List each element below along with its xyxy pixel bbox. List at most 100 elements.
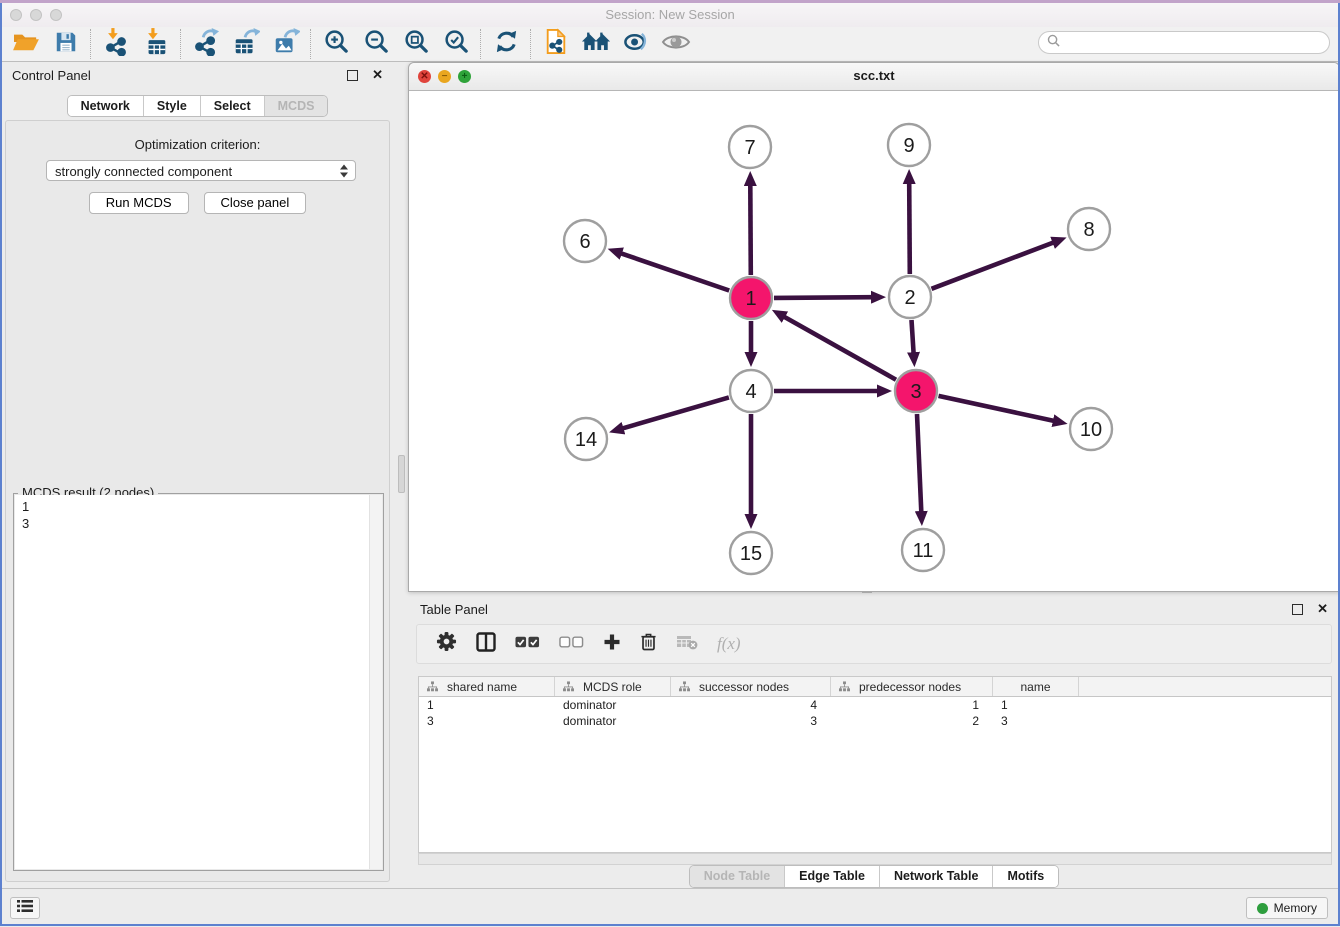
import-table-button[interactable]	[136, 28, 176, 60]
table-cell[interactable]: 4	[671, 698, 831, 712]
apply-function-button[interactable]: f(x)	[717, 634, 741, 654]
graph-node-8[interactable]: 8	[1068, 208, 1110, 250]
tab-network[interactable]: Network	[68, 96, 144, 116]
tab-node-table[interactable]: Node Table	[690, 866, 785, 887]
column-header-successor-nodes[interactable]: successor nodes	[671, 677, 831, 696]
graph-node-6[interactable]: 6	[564, 220, 606, 262]
delete-column-button[interactable]	[640, 632, 657, 656]
graph-edge-1-7[interactable]	[750, 185, 751, 275]
add-column-button[interactable]	[603, 633, 621, 656]
graph-node-label: 10	[1080, 419, 1102, 441]
graph-node-label: 2	[904, 287, 915, 309]
close-panel-button[interactable]: Close panel	[204, 192, 307, 214]
select-all-button[interactable]	[515, 635, 540, 654]
column-header-MCDS-role[interactable]: MCDS role	[555, 677, 671, 696]
main-toolbar	[0, 27, 1340, 62]
task-history-button[interactable]	[10, 897, 40, 919]
tab-motifs[interactable]: Motifs	[993, 866, 1058, 887]
graph-node-9[interactable]: 9	[888, 124, 930, 166]
refresh-button[interactable]	[486, 28, 526, 60]
graph-edge-2-9[interactable]	[909, 183, 910, 274]
network-window-titlebar[interactable]: ✕ − + scc.txt	[409, 63, 1339, 91]
graph-edge-4-14[interactable]	[623, 397, 729, 428]
graph-node-14[interactable]: 14	[565, 418, 607, 460]
tab-edge-table[interactable]: Edge Table	[785, 866, 880, 887]
export-network-button[interactable]	[186, 28, 226, 60]
criterion-value: strongly connected component	[55, 164, 232, 179]
table-cell[interactable]: 3	[671, 714, 831, 728]
tree-column-icon	[839, 681, 850, 692]
graph-node-2[interactable]: 2	[889, 276, 931, 318]
graph-node-10[interactable]: 10	[1070, 408, 1112, 450]
zoom-in-button[interactable]	[316, 28, 356, 60]
zoom-selected-button[interactable]	[436, 28, 476, 60]
import-table-icon	[143, 28, 169, 61]
main-titlebar: Session: New Session	[0, 3, 1340, 28]
deselect-all-button[interactable]	[559, 635, 584, 654]
column-header-label: MCDS role	[583, 680, 642, 694]
network-canvas[interactable]: 7 9 6 8 1 2 4 3 14 10 15 11	[409, 91, 1339, 592]
memory-button[interactable]: Memory	[1246, 897, 1328, 919]
graph-node-4[interactable]: 4	[730, 370, 772, 412]
split-columns-button[interactable]	[476, 632, 496, 657]
table-cell[interactable]: dominator	[555, 698, 671, 712]
graph-node-1[interactable]: 1	[730, 277, 772, 319]
table-cell[interactable]: 2	[831, 714, 993, 728]
open-session-button[interactable]	[6, 28, 46, 60]
graph-node-label: 11	[913, 540, 934, 562]
table-cell[interactable]: 1	[993, 698, 1079, 712]
clone-network-button[interactable]	[536, 28, 576, 60]
tree-column-icon	[679, 681, 690, 692]
tab-style[interactable]: Style	[144, 96, 201, 116]
memory-status-dot	[1257, 903, 1268, 914]
table-settings-button[interactable]	[436, 631, 457, 657]
import-network-button[interactable]	[96, 28, 136, 60]
delete-table-button[interactable]	[676, 634, 698, 655]
column-header-shared-name[interactable]: shared name	[419, 677, 555, 696]
graph-edge-1-2[interactable]	[774, 297, 872, 298]
search-field[interactable]	[1038, 31, 1330, 54]
close-table-panel-icon[interactable]: ✕	[1317, 601, 1328, 617]
result-scrollbar[interactable]	[369, 495, 382, 869]
float-table-panel-icon[interactable]	[1292, 604, 1303, 615]
vertical-splitter-handle[interactable]	[398, 455, 405, 493]
graph-edge-3-11[interactable]	[917, 414, 921, 512]
table-hscrollbar[interactable]	[418, 853, 1332, 865]
table-cell[interactable]: 3	[419, 714, 555, 728]
toolbar-separator	[180, 29, 182, 59]
graph-node-11[interactable]: 11	[902, 529, 944, 571]
tab-mcds[interactable]: MCDS	[265, 96, 328, 116]
close-panel-icon[interactable]: ✕	[372, 67, 383, 83]
tab-network-table[interactable]: Network Table	[880, 866, 994, 887]
graph-edge-3-1[interactable]	[784, 317, 896, 380]
tab-select[interactable]: Select	[201, 96, 265, 116]
graph-edge-2-3[interactable]	[912, 320, 914, 353]
export-table-button[interactable]	[226, 28, 266, 60]
graph-edge-2-8[interactable]	[932, 243, 1054, 289]
float-panel-icon[interactable]	[347, 70, 358, 81]
hide-eye-button[interactable]	[616, 28, 656, 60]
table-row[interactable]: 1dominator411	[419, 697, 1331, 713]
export-image-button[interactable]	[266, 28, 306, 60]
run-mcds-button[interactable]: Run MCDS	[89, 192, 189, 214]
mcds-result-area[interactable]: 13	[15, 495, 382, 869]
graph-edge-1-6[interactable]	[621, 253, 729, 290]
eye-button[interactable]	[656, 28, 696, 60]
table-cell[interactable]: 1	[831, 698, 993, 712]
home-button[interactable]	[576, 28, 616, 60]
graph-node-3[interactable]: 3	[895, 370, 937, 412]
column-header-predecessor-nodes[interactable]: predecessor nodes	[831, 677, 993, 696]
graph-node-7[interactable]: 7	[729, 126, 771, 168]
column-header-name[interactable]: name	[993, 677, 1079, 696]
criterion-select[interactable]: strongly connected component	[46, 160, 356, 181]
search-input[interactable]	[1060, 35, 1329, 51]
graph-edge-3-10[interactable]	[939, 396, 1054, 421]
zoom-out-button[interactable]	[356, 28, 396, 60]
table-cell[interactable]: 1	[419, 698, 555, 712]
table-cell[interactable]: dominator	[555, 714, 671, 728]
zoom-fit-button[interactable]	[396, 28, 436, 60]
table-row[interactable]: 3dominator323	[419, 713, 1331, 729]
table-cell[interactable]: 3	[993, 714, 1079, 728]
graph-node-15[interactable]: 15	[730, 532, 772, 574]
save-session-button[interactable]	[46, 28, 86, 60]
